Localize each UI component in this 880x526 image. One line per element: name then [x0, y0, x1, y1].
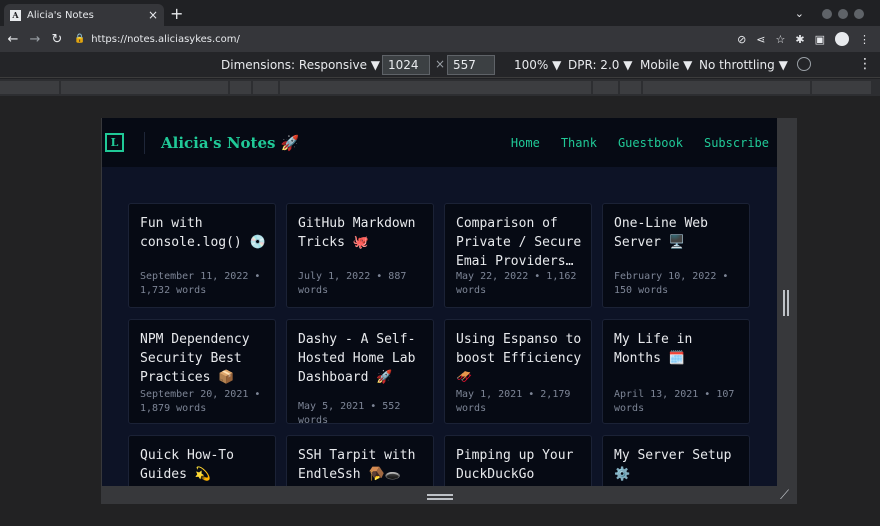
close-tab-icon[interactable]: × — [148, 8, 158, 22]
media-query-ruler — [0, 79, 880, 96]
throttling-select[interactable]: No throttling ▼ — [699, 58, 788, 72]
ruler-segment[interactable] — [230, 81, 251, 94]
toolbar-icons: ⊘ ⋖ ☆ ✱ ▣ ⋮ — [737, 32, 870, 46]
lock-icon[interactable]: 🔒 — [74, 34, 85, 44]
window-controls: ⌄ — [795, 7, 864, 20]
post-title: GitHub Markdown Tricks 🐙 — [298, 216, 416, 250]
post-meta: May 22, 2022 • 1,162 words — [456, 271, 577, 296]
ruler-segment[interactable] — [620, 81, 641, 94]
ruler-segment[interactable] — [0, 81, 59, 94]
browser-tab[interactable]: A Alicia's Notes × — [4, 4, 164, 26]
nav-link-home[interactable]: Home — [511, 136, 540, 150]
nav-link-subscribe[interactable]: Subscribe — [704, 136, 769, 150]
site-title[interactable]: Alicia's Notes 🚀 — [161, 134, 299, 152]
ruler-segment[interactable] — [280, 81, 591, 94]
tab-search-chevron-icon[interactable]: ⌄ — [795, 7, 804, 20]
address-bar[interactable]: 🔒 https://notes.aliciasykes.com/ — [74, 29, 240, 49]
site-nav: Home Thank Guestbook Subscribe — [511, 118, 769, 167]
site-logo-icon[interactable]: L — [105, 133, 124, 152]
post-card[interactable]: Fun with console.log() 💿 September 11, 2… — [128, 203, 276, 308]
post-card[interactable]: SSH Tarpit with EndleSsh 🪤🕳️ — [286, 435, 434, 486]
post-title: My Server Setup ⚙️ — [614, 448, 732, 482]
viewport-height-input[interactable] — [447, 55, 495, 75]
device-emulation-stage: L Alicia's Notes 🚀 Home Thank Guestbook … — [0, 96, 880, 526]
browser-toolbar: ← → ↻ 🔒 https://notes.aliciasykes.com/ ⊘… — [0, 26, 880, 52]
browser-menu-icon[interactable]: ⋮ — [859, 33, 870, 46]
url-text[interactable]: https://notes.aliciasykes.com/ — [91, 34, 240, 45]
emulated-page: L Alicia's Notes 🚀 Home Thank Guestbook … — [102, 118, 777, 486]
post-meta: July 1, 2022 • 887 words — [298, 271, 407, 296]
dpr-select[interactable]: DPR: 2.0 ▼ — [568, 58, 632, 72]
post-meta: May 5, 2021 • 552 words — [298, 401, 401, 424]
tab-title: Alicia's Notes — [27, 9, 94, 21]
viewport-width-input[interactable] — [382, 55, 430, 75]
forward-arrow-icon[interactable]: → — [24, 32, 46, 47]
post-title: One-Line Web Server 🖥️ — [614, 216, 708, 250]
post-card[interactable]: Dashy - A Self-Hosted Home Lab Dashboard… — [286, 319, 434, 424]
device-type-select[interactable]: Mobile ▼ — [640, 58, 692, 72]
post-card[interactable]: My Life in Months 🗓️ April 13, 2021 • 10… — [602, 319, 750, 424]
resize-width-handle[interactable] — [783, 290, 789, 316]
zoom-select[interactable]: 100% ▼ — [514, 58, 561, 72]
post-title: NPM Dependency Security Best Practices 📦 — [140, 332, 250, 385]
bookmark-star-icon[interactable]: ☆ — [776, 33, 786, 46]
post-card[interactable]: One-Line Web Server 🖥️ February 10, 2022… — [602, 203, 750, 308]
extensions-puzzle-icon[interactable]: ✱ — [795, 33, 804, 46]
post-card[interactable]: NPM Dependency Security Best Practices 📦… — [128, 319, 276, 424]
nav-link-guestbook[interactable]: Guestbook — [618, 136, 683, 150]
ruler-segment[interactable] — [812, 81, 871, 94]
post-title: Quick How-To Guides 💫 — [140, 448, 234, 482]
close-window-button[interactable] — [854, 8, 864, 19]
post-title: Pimping up Your DuckDuckGo — [456, 448, 574, 482]
post-meta: February 10, 2022 • 150 words — [614, 271, 729, 296]
post-card[interactable]: Using Espanso to boost Efficiency 🛷 May … — [444, 319, 592, 424]
post-meta: September 20, 2021 • 1,879 words — [140, 389, 261, 414]
post-title: SSH Tarpit with EndleSsh 🪤🕳️ — [298, 448, 416, 482]
minimize-button[interactable] — [822, 8, 832, 19]
side-panel-icon[interactable]: ▣ — [815, 33, 825, 46]
post-card[interactable]: Pimping up Your DuckDuckGo — [444, 435, 592, 486]
ruler-segment[interactable] — [593, 81, 618, 94]
post-meta: September 11, 2022 • 1,732 words — [140, 271, 261, 296]
ruler-segment[interactable] — [61, 81, 228, 94]
share-icon[interactable]: ⋖ — [756, 33, 765, 46]
more-options-icon[interactable]: ⋮ — [858, 56, 872, 72]
post-title: My Life in Months 🗓️ — [614, 332, 693, 366]
resize-corner-icon[interactable]: ⟋ — [780, 488, 789, 503]
header-divider — [144, 131, 145, 154]
tab-strip: A Alicia's Notes × + ⌄ — [0, 0, 880, 26]
dimensions-select[interactable]: Dimensions: Responsive ▼ — [221, 58, 380, 72]
new-tab-icon[interactable]: + — [170, 5, 183, 23]
post-meta: April 13, 2021 • 107 words — [614, 389, 735, 414]
rotate-icon[interactable] — [797, 57, 811, 71]
site-header: L Alicia's Notes 🚀 Home Thank Guestbook … — [102, 118, 777, 167]
resize-height-handle[interactable] — [427, 494, 453, 500]
post-card[interactable]: GitHub Markdown Tricks 🐙 July 1, 2022 • … — [286, 203, 434, 308]
nav-link-thank[interactable]: Thank — [561, 136, 597, 150]
post-title: Dashy - A Self-Hosted Home Lab Dashboard… — [298, 332, 416, 385]
post-title: Comparison of Private / Secure Emai Prov… — [456, 216, 582, 269]
post-card[interactable]: My Server Setup ⚙️ — [602, 435, 750, 486]
device-toolbar: Dimensions: Responsive ▼ × 100% ▼ DPR: 2… — [0, 52, 880, 78]
ruler-segment[interactable] — [643, 81, 810, 94]
post-card[interactable]: Comparison of Private / Secure Emai Prov… — [444, 203, 592, 308]
site-favicon-icon: A — [10, 9, 21, 21]
reload-icon[interactable]: ↻ — [46, 32, 68, 47]
post-title: Fun with console.log() 💿 — [140, 216, 266, 250]
back-arrow-icon[interactable]: ← — [2, 32, 24, 47]
post-title: Using Espanso to boost Efficiency 🛷 — [456, 332, 582, 385]
post-meta: May 1, 2021 • 2,179 words — [456, 389, 571, 414]
eye-slash-icon[interactable]: ⊘ — [737, 33, 746, 46]
ruler-segment[interactable] — [253, 81, 278, 94]
maximize-button[interactable] — [838, 8, 848, 19]
times-icon: × — [435, 57, 446, 71]
profile-avatar[interactable] — [835, 32, 849, 46]
post-card[interactable]: Quick How-To Guides 💫 — [128, 435, 276, 486]
